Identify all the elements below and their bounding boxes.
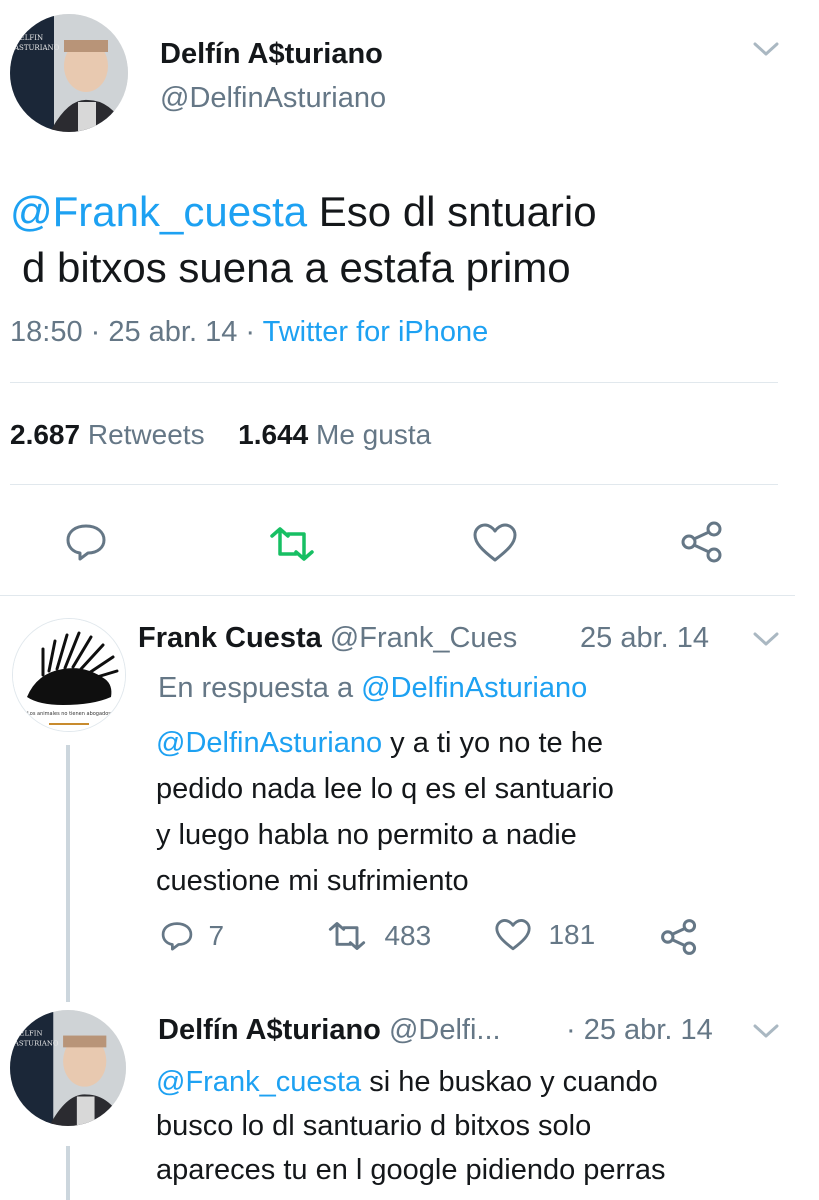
reply-text: @Frank_cuesta si he buskao y cuando busc… <box>156 1060 665 1192</box>
reply-author-handle[interactable]: @Frank_Cues <box>330 622 517 654</box>
reply-action-retweet[interactable]: 483 <box>326 920 431 952</box>
chevron-down-icon[interactable] <box>752 630 780 648</box>
author-name[interactable]: Delfín A$turiano <box>160 38 383 71</box>
like-count: 181 <box>548 919 596 950</box>
avatar-text: DELFIN <box>14 1030 43 1038</box>
reply-author-name[interactable]: Delfín A$turiano <box>158 1014 381 1046</box>
reply-header: Frank Cuesta @Frank_Cues <box>138 622 517 655</box>
reply-count: 7 <box>208 920 225 951</box>
reply-header: Delfín A$turiano @Delfi... <box>158 1014 501 1047</box>
thread-line <box>66 745 70 1002</box>
tweet-text-line: d bitxos suena a estafa primo <box>22 244 571 291</box>
author-handle[interactable]: @DelfinAsturiano <box>160 82 386 115</box>
retweet-icon[interactable] <box>326 921 368 951</box>
avatar-text: ASTURIANO <box>13 1039 59 1047</box>
likes-stat[interactable]: 1.644 Me gusta <box>238 419 431 450</box>
reply-text-line: y luego habla no permito a nadie <box>156 819 577 851</box>
reply-author-name[interactable]: Frank Cuesta <box>138 622 322 654</box>
retweet-count: 483 <box>384 920 432 951</box>
retweets-stat[interactable]: 2.687 Retweets <box>10 419 212 450</box>
reply-date[interactable]: 25 abr. 14 <box>580 622 709 655</box>
reply-icon[interactable] <box>160 920 194 952</box>
mention-link[interactable]: @Frank_cuesta <box>156 1066 361 1098</box>
avatar[interactable]: Los animales no tienen abogados <box>12 618 126 732</box>
avatar[interactable]: DELFIN ASTURIANO <box>10 1010 126 1126</box>
in-reply-prefix: En respuesta a <box>158 672 354 704</box>
divider <box>0 595 795 596</box>
avatar-caption: Los animales no tienen abogados <box>27 711 111 717</box>
tweet-date[interactable]: 25 abr. 14 <box>108 316 237 348</box>
tweet-source[interactable]: Twitter for iPhone <box>263 316 489 348</box>
in-reply-handle[interactable]: @DelfinAsturiano <box>361 672 587 704</box>
reply-text-line: busco lo dl santuario d bitxos solo <box>156 1110 592 1142</box>
in-reply-to: En respuesta a @DelfinAsturiano <box>158 672 587 705</box>
avatar[interactable]: DELFIN ASTURIANO <box>10 14 128 132</box>
retweets-label: Retweets <box>87 419 205 450</box>
reply-action-reply[interactable]: 7 <box>160 920 224 952</box>
retweets-count: 2.687 <box>10 419 81 450</box>
reply-action-like[interactable]: 181 <box>494 918 595 952</box>
reply-icon[interactable] <box>64 522 108 562</box>
reply-text: @DelfinAsturiano y a ti yo no te he pedi… <box>156 720 614 904</box>
reply-text-line: y a ti yo no te he <box>390 727 603 759</box>
likes-count: 1.644 <box>238 419 309 450</box>
reply-author-handle[interactable]: @Delfi... <box>389 1014 501 1046</box>
tweet-time: 18:50 <box>10 316 83 348</box>
tweet-stats: 2.687 Retweets 1.644 Me gusta <box>10 419 431 451</box>
mention-link[interactable]: @Frank_cuesta <box>10 188 307 235</box>
tweet-meta: 18:50 · 25 abr. 14 · Twitter for iPhone <box>10 316 489 348</box>
share-icon[interactable] <box>660 918 698 956</box>
mention-link[interactable]: @DelfinAsturiano <box>156 727 382 759</box>
reply-text-line: pedido nada lee lo q es el santuario <box>156 773 614 805</box>
thread-line <box>66 1146 70 1200</box>
chevron-down-icon[interactable] <box>752 1022 780 1040</box>
avatar-text: DELFIN <box>14 34 43 42</box>
reply-text-line: apareces tu en l google pidiendo perras <box>156 1154 666 1186</box>
divider <box>10 484 778 485</box>
likes-label: Me gusta <box>316 419 432 450</box>
tweet-text-line: Eso dl sntuario <box>318 188 597 235</box>
retweet-icon[interactable] <box>268 526 316 562</box>
like-icon[interactable] <box>472 522 518 564</box>
reply-date[interactable]: · 25 abr. 14 <box>566 1014 713 1047</box>
divider <box>10 382 778 383</box>
reply-text-line: cuestione mi sufrimiento <box>156 865 469 897</box>
tweet-text: @Frank_cuesta Eso dl sntuario <box>10 184 597 240</box>
like-icon[interactable] <box>494 918 532 952</box>
chevron-down-icon[interactable] <box>752 40 780 58</box>
avatar-text: ASTURIANO <box>13 44 60 52</box>
share-icon[interactable] <box>680 520 724 564</box>
reply-text-line: si he buskao y cuando <box>369 1066 658 1098</box>
